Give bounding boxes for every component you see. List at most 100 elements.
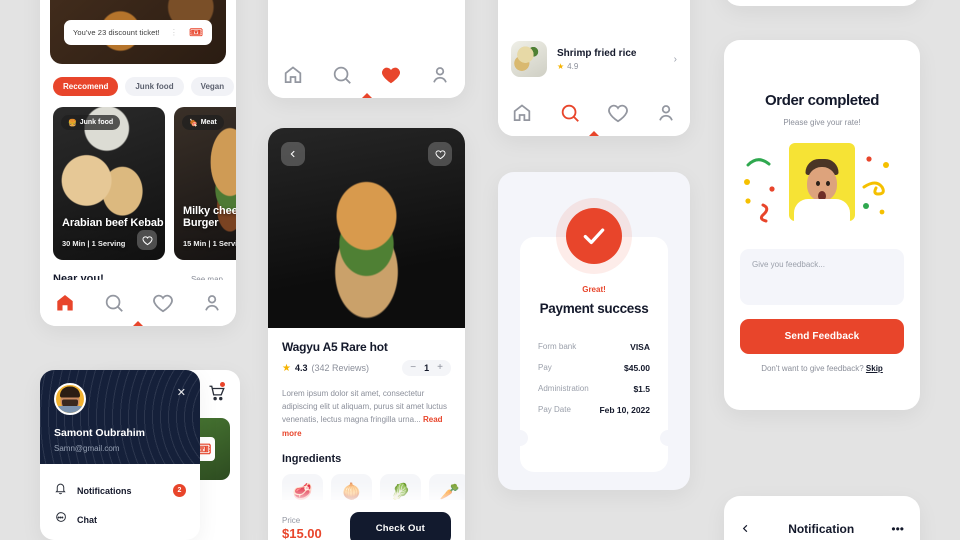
send-feedback-button[interactable]: Send Feedback — [740, 319, 904, 354]
chip-reccomend[interactable]: Reccomend — [53, 77, 119, 96]
table-row: Pay Date Feb 10, 2022 — [538, 399, 650, 420]
favorites-screen-card — [268, 0, 465, 98]
row-value: Feb 10, 2022 — [599, 404, 650, 415]
showcase-canvas: You've 23 discount ticket! ⋮ 🎟 Reccomend… — [0, 0, 960, 540]
close-icon[interactable]: ✕ — [177, 388, 186, 399]
home-icon[interactable] — [511, 102, 533, 124]
skip-feedback-row: Don't want to give feedback? Skip — [724, 364, 920, 373]
checkout-button[interactable]: Check Out — [349, 511, 451, 540]
food-tile-meta: 15 Min | 1 Serving — [183, 239, 236, 248]
food-tile-tag: 🍔 Junk food — [61, 115, 121, 130]
more-horizontal-icon[interactable]: ••• — [891, 523, 904, 535]
decrement-button[interactable]: − — [410, 363, 416, 373]
food-tile-milky-cheese-burger[interactable]: 🍖 Meat Milky cheese Burger 15 Min | 1 Se… — [174, 107, 236, 260]
home-indicator — [127, 321, 149, 326]
row-key: Pay Date — [538, 405, 571, 414]
row-value: $1.5 — [633, 383, 650, 394]
chip-junk-food[interactable]: Junk food — [125, 77, 184, 96]
chip-vegan[interactable]: Vegan — [190, 77, 235, 96]
result-title: Shrimp fried rice — [557, 47, 637, 59]
person-icon[interactable] — [429, 64, 451, 86]
back-button[interactable] — [281, 142, 305, 166]
confetti-right — [862, 156, 889, 215]
search-icon[interactable] — [331, 64, 353, 86]
row-key: Form bank — [538, 342, 577, 351]
increment-button[interactable]: + — [437, 363, 443, 373]
heart-icon[interactable] — [607, 102, 629, 124]
row-key: Administration — [538, 384, 589, 393]
food-tile-list: 🍔 Junk food Arabian beef Kebab 30 Min | … — [40, 96, 236, 260]
back-button[interactable] — [740, 523, 751, 536]
food-tile-title: Arabian beef Kebab — [62, 217, 164, 230]
discount-coupon-banner[interactable]: You've 23 discount ticket! ⋮ 🎟 — [64, 20, 212, 45]
heart-icon[interactable] — [137, 230, 157, 250]
drawer-header: ✕ Samont Oubrahim Samn@gmail.com — [40, 370, 200, 464]
table-row: Form bank VISA — [538, 336, 650, 357]
meat-icon: 🍖 — [189, 119, 198, 127]
search-icon[interactable] — [103, 292, 125, 314]
drawer-item-chat[interactable]: Chat — [40, 505, 200, 534]
star-icon: ★ — [282, 362, 291, 374]
home-icon[interactable] — [282, 64, 304, 86]
row-key: Pay — [538, 363, 552, 372]
bell-icon — [54, 482, 67, 500]
bottom-nav-favorites — [268, 52, 465, 98]
chevron-right-icon[interactable]: › — [674, 54, 677, 65]
quantity-stepper[interactable]: − 1 + — [402, 360, 451, 376]
feedback-input[interactable]: Give you feedback... — [740, 249, 904, 305]
notification-header: Notification ••• — [724, 496, 920, 536]
heart-icon[interactable] — [152, 292, 174, 314]
drawer-item-notifications[interactable]: Notifications 2 — [40, 476, 200, 505]
detail-footer-bar: Price $15.00 Check Out — [268, 500, 465, 540]
star-icon: ★ — [557, 61, 565, 71]
profile-drawer: ✕ Samont Oubrahim Samn@gmail.com Notific… — [40, 370, 200, 540]
page-title: Notification — [788, 522, 855, 536]
person-icon[interactable] — [655, 102, 677, 124]
food-tile-arabian-beef-kebab[interactable]: 🍔 Junk food Arabian beef Kebab 30 Min | … — [53, 107, 165, 260]
home-indicator — [355, 93, 378, 98]
result-rating: ★ 4.9 — [557, 62, 664, 71]
bottom-nav-home — [40, 280, 236, 326]
skip-prompt: Don't want to give feedback? — [761, 364, 864, 373]
result-thumbnail — [511, 41, 547, 77]
food-tile-title: Milky cheese Burger — [183, 204, 236, 230]
payment-title: Payment success — [539, 301, 649, 316]
list-item[interactable]: Shrimp fried rice ★ 4.9 › — [498, 34, 690, 84]
food-detail-card: Wagyu A5 Rare hot ★ 4.3 (342 Reviews) − … — [268, 128, 465, 540]
receipt-notch-right — [660, 430, 676, 446]
result-rating-value: 4.9 — [567, 61, 579, 71]
burger-icon: 🍔 — [68, 119, 77, 127]
top-right-partial-card — [724, 0, 920, 6]
rating-and-stepper-row: ★ 4.3 (342 Reviews) − 1 + — [282, 360, 451, 376]
category-chip-list: Reccomend Junk food Vegan Bre — [40, 64, 236, 96]
user-name: Samont Oubrahim — [54, 427, 146, 439]
rating-group: ★ 4.3 (342 Reviews) — [282, 363, 369, 374]
coupon-text: You've 23 discount ticket! — [73, 28, 160, 37]
cart-icon[interactable] — [208, 382, 226, 402]
drawer-spacer — [40, 464, 200, 476]
quantity-value: 1 — [424, 363, 430, 373]
chat-icon — [54, 511, 67, 529]
confetti-left — [744, 158, 775, 223]
avatar[interactable] — [54, 383, 86, 415]
home-indicator — [583, 131, 605, 136]
skip-link[interactable]: Skip — [866, 364, 883, 373]
favorite-button[interactable] — [428, 142, 452, 166]
search-results-card: Shrimp fried rice ★ 4.9 › Pork noodles ★… — [498, 0, 690, 136]
drawer-item-label: Chat — [77, 514, 97, 525]
table-row: Administration $1.5 — [538, 378, 650, 399]
food-tile-meta: 30 Min | 1 Serving — [62, 239, 126, 248]
home-icon[interactable] — [54, 292, 76, 314]
price-value: $15.00 — [282, 525, 322, 540]
payment-success-card: Great! Payment success Form bank VISA Pa… — [498, 172, 690, 490]
check-icon — [566, 208, 622, 264]
order-completed-card: Order completed Please give your rate! G… — [724, 40, 920, 410]
page-subtitle: Please give your rate! — [783, 118, 861, 127]
heart-icon[interactable] — [380, 64, 402, 86]
price-label: Price — [282, 515, 301, 525]
coupon-divider: ⋮ — [169, 28, 179, 37]
food-description: Lorem ipsum dolor sit amet, consectetur … — [282, 387, 451, 440]
person-icon[interactable] — [201, 292, 223, 314]
search-icon[interactable] — [559, 102, 581, 124]
payment-eyebrow: Great! — [582, 285, 606, 294]
